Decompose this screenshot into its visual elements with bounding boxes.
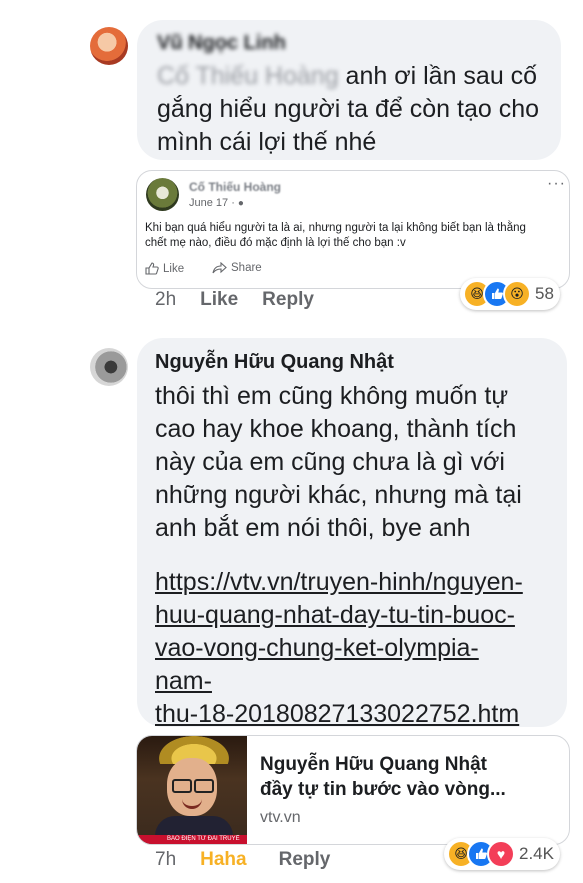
post-author-name[interactable]: Cố Thiếu Hoàng <box>189 180 281 194</box>
article-thumbnail: BÁO ĐIỆN TỬ ĐÀI TRUYỀ <box>137 736 247 844</box>
comment-meta: 7h Haha Reply <box>155 849 330 871</box>
commenter-avatar[interactable] <box>90 27 128 65</box>
wow-reaction-icon: 😮 <box>503 280 531 308</box>
article-link[interactable]: https://vtv.vn/truyen-hinh/nguyen- huu-q… <box>155 566 565 731</box>
link-preview-card[interactable]: BÁO ĐIỆN TỬ ĐÀI TRUYỀ Nguyễn Hữu Quang N… <box>136 735 570 845</box>
post-text: Khi bạn quá hiểu người ta là ai, nhưng n… <box>145 222 526 249</box>
post-share-button[interactable]: Share <box>212 262 262 274</box>
thumbs-up-icon <box>145 262 159 275</box>
share-icon <box>212 262 227 274</box>
reaction-summary[interactable]: 😆 😮 58 <box>460 278 560 310</box>
love-reaction-icon: ♥ <box>487 840 515 868</box>
comment-author-name[interactable]: Nguyễn Hữu Quang Nhật <box>155 351 394 374</box>
more-options-icon[interactable]: ··· <box>547 175 566 193</box>
comment-bubble: Vũ Ngọc Linh Cố Thiếu Hoàng anh ơi lần s… <box>137 20 561 160</box>
comment-bubble: Nguyễn Hữu Quang Nhật thôi thì em cũng k… <box>137 338 567 728</box>
reaction-count: 58 <box>535 284 554 303</box>
shared-post-card[interactable]: Cố Thiếu Hoàng June 17 · ● ··· Khi bạn q… <box>136 170 570 289</box>
comment-author-name[interactable]: Vũ Ngọc Linh <box>157 32 286 55</box>
comment-meta: 2h Like Reply <box>155 289 314 311</box>
like-button[interactable]: Like <box>200 289 238 311</box>
haha-button[interactable]: Haha <box>200 849 246 871</box>
reaction-count: 2.4K <box>519 844 554 863</box>
globe-icon: ● <box>237 198 244 209</box>
mentioned-user[interactable]: Cố Thiếu Hoàng <box>157 62 339 90</box>
preview-domain: vtv.vn <box>260 809 301 826</box>
post-author-avatar[interactable] <box>146 178 179 211</box>
thumbnail-caption: BÁO ĐIỆN TỬ ĐÀI TRUYỀ <box>137 835 247 844</box>
comment-time[interactable]: 2h <box>155 289 176 311</box>
comment-text: Cố Thiếu Hoàng anh ơi lần sau cố gắng hi… <box>157 62 540 156</box>
commenter-avatar[interactable] <box>90 348 128 386</box>
reply-button[interactable]: Reply <box>262 289 314 311</box>
comment-time[interactable]: 7h <box>155 849 176 871</box>
reply-button[interactable]: Reply <box>279 849 331 871</box>
post-date[interactable]: June 17 · ● <box>189 197 244 209</box>
comment-text: thôi thì em cũng không muốn tự cao hay k… <box>155 382 522 542</box>
preview-title[interactable]: Nguyễn Hữu Quang Nhật đầy tự tin bước và… <box>260 752 560 802</box>
reaction-summary[interactable]: 😆 ♥ 2.4K <box>444 838 560 870</box>
post-like-button[interactable]: Like <box>145 262 184 275</box>
